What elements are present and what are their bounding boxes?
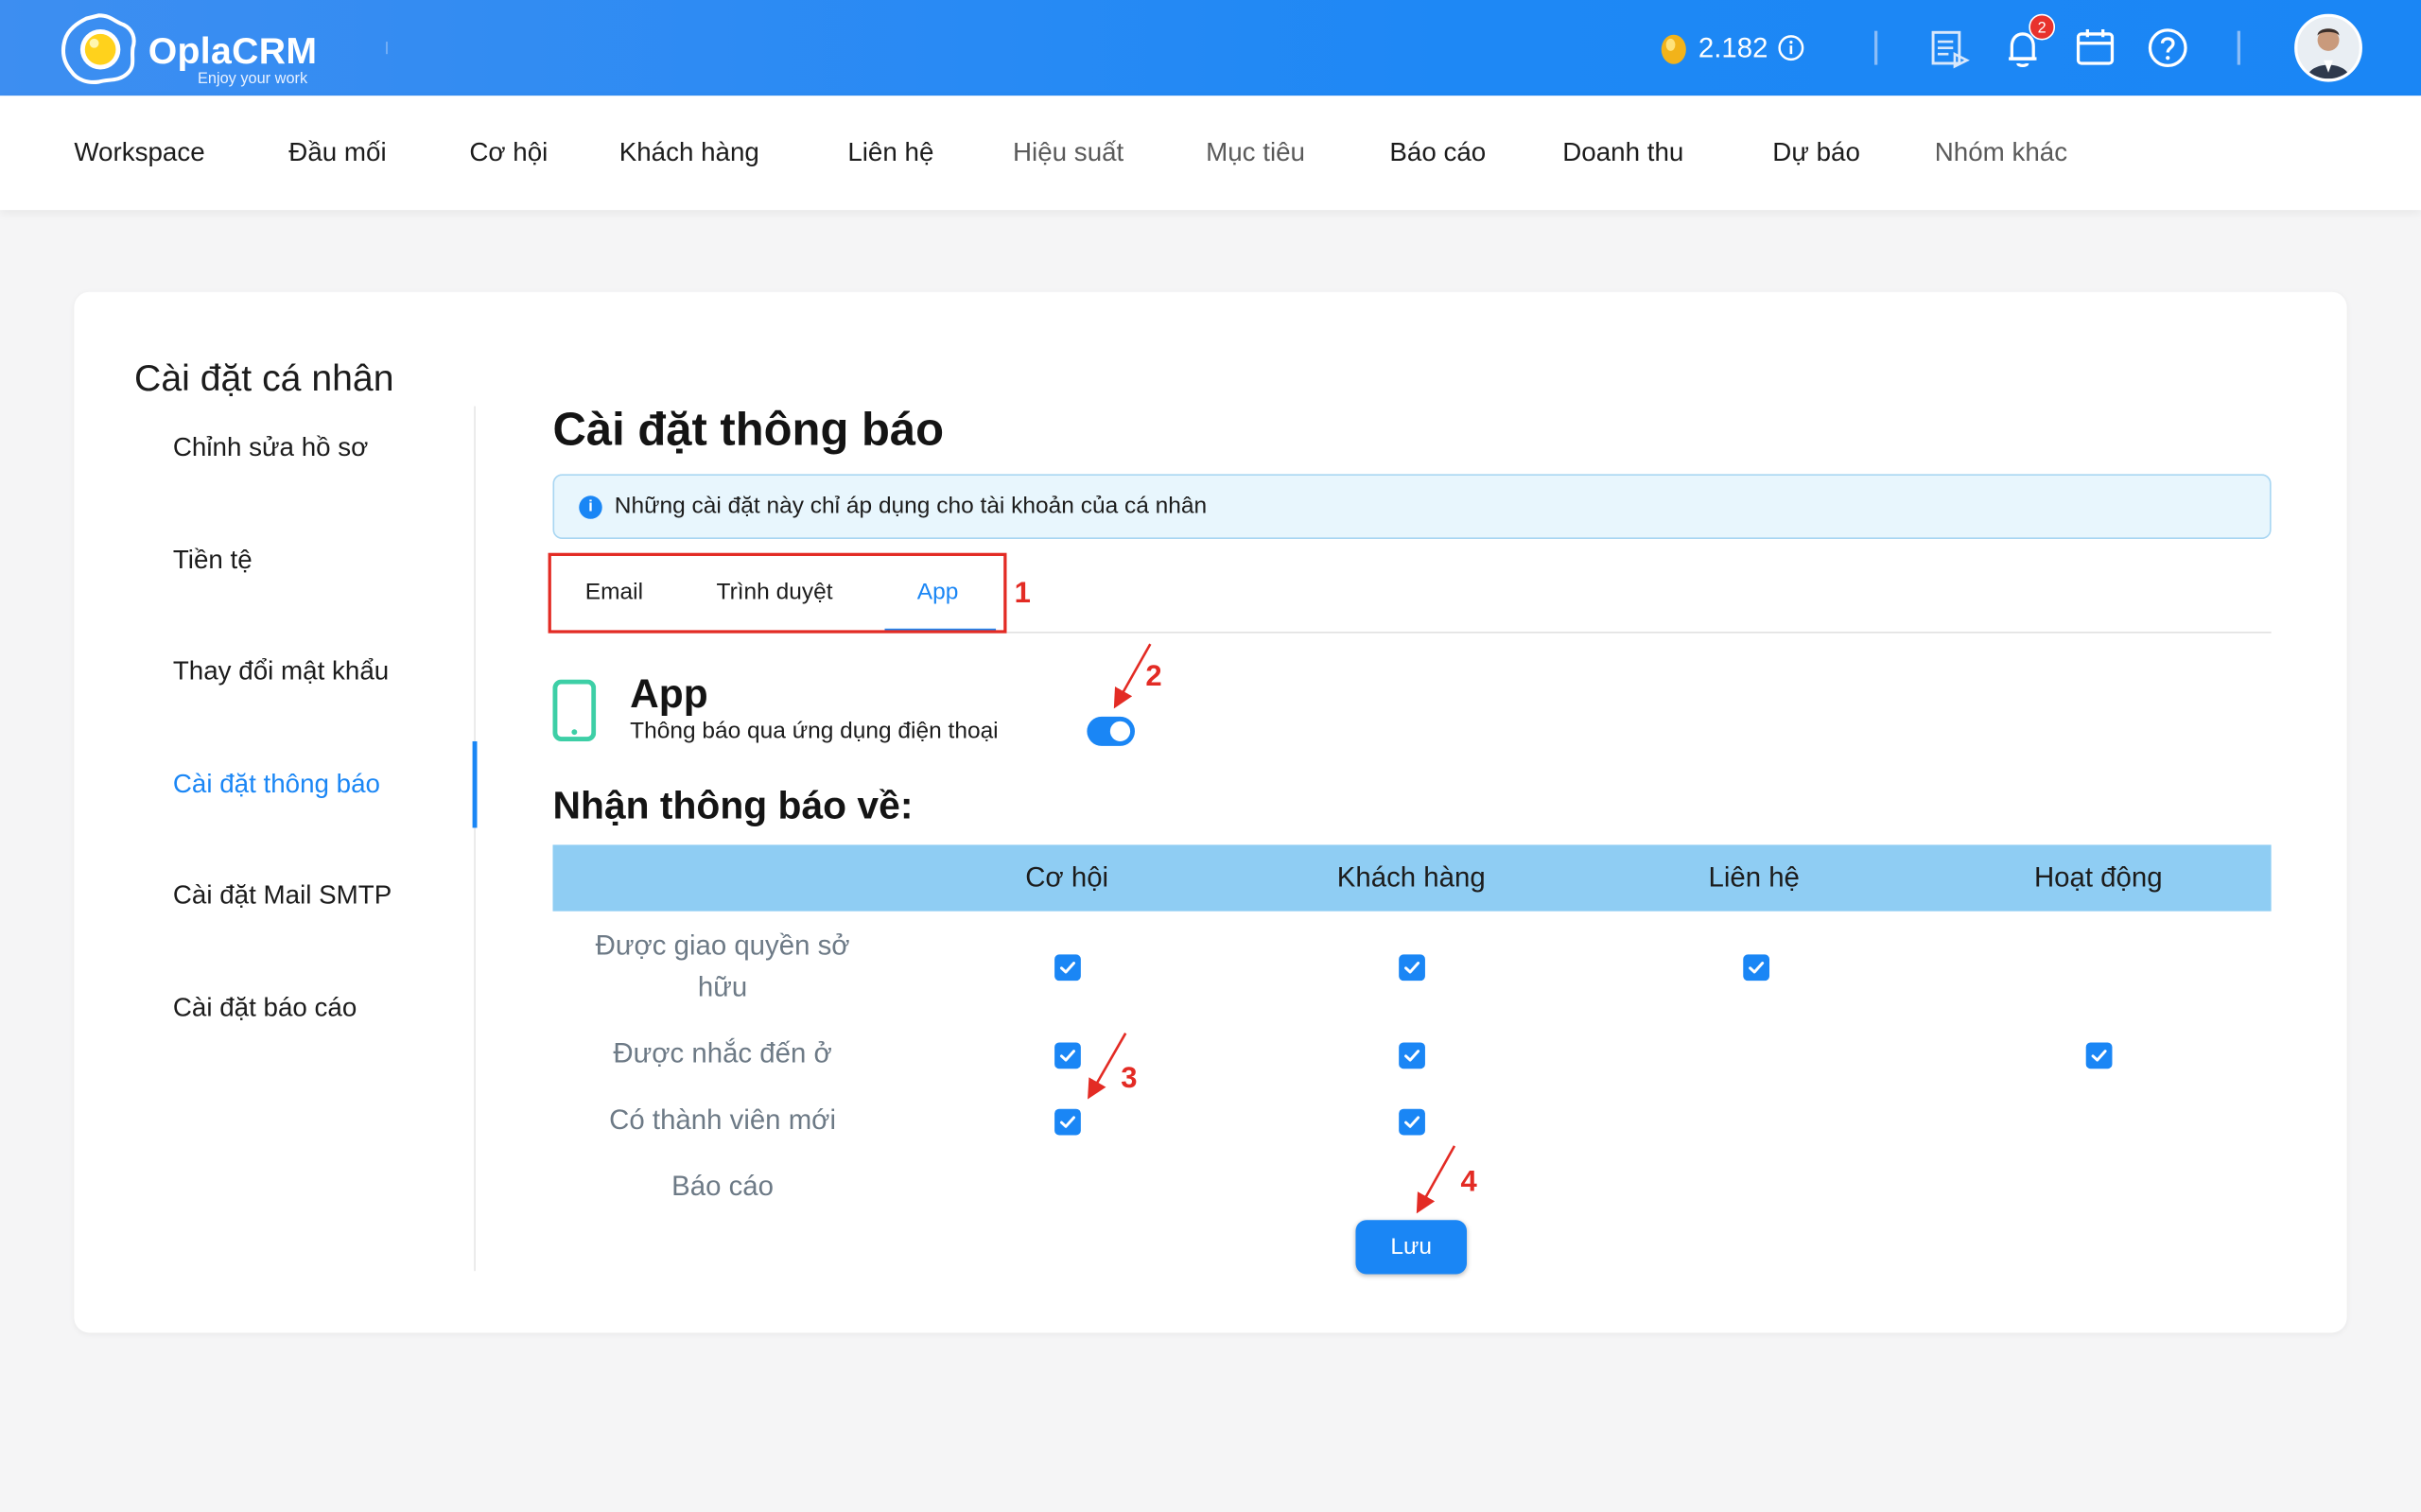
phone-icon bbox=[552, 679, 597, 741]
section-title: Nhận thông báo về: bbox=[552, 784, 914, 828]
coin-balance[interactable]: 2.182 bbox=[1658, 27, 1804, 67]
checkbox[interactable] bbox=[1054, 1107, 1081, 1135]
checkbox[interactable] bbox=[1398, 953, 1425, 981]
logo-tagline: Enjoy your work bbox=[197, 71, 308, 89]
column-header-opportunities: Cơ hội bbox=[1025, 861, 1109, 894]
logo-text: OplaCRM bbox=[148, 30, 318, 73]
sidebar-item-notification-settings[interactable]: Cài đặt thông báo bbox=[173, 769, 380, 800]
nav-item-performance[interactable]: Hiệu suất bbox=[1013, 137, 1123, 168]
logo-icon bbox=[61, 13, 136, 84]
info-icon: i bbox=[579, 495, 602, 519]
notification-badge: 2 bbox=[2029, 13, 2056, 41]
annotation-label-1: 1 bbox=[1014, 577, 1031, 611]
main-nav: Workspace Đầu mối Cơ hội Khách hàng Liên… bbox=[0, 96, 2421, 211]
toggle-knob bbox=[1109, 721, 1131, 741]
check-icon bbox=[1059, 1115, 1075, 1127]
checkbox[interactable] bbox=[1398, 1041, 1425, 1069]
annotation-label-2: 2 bbox=[1145, 661, 1162, 694]
annotation-label-4: 4 bbox=[1460, 1166, 1477, 1199]
help-icon[interactable] bbox=[2145, 23, 2191, 72]
sidebar-divider bbox=[474, 406, 476, 1272]
header-divider bbox=[1874, 30, 1878, 65]
nav-item-leads[interactable]: Đầu mối bbox=[288, 137, 386, 168]
checkbox[interactable] bbox=[1398, 1107, 1425, 1135]
app-section-title: App bbox=[630, 669, 708, 717]
sidebar-item-currency[interactable]: Tiền tệ bbox=[173, 546, 253, 577]
nav-item-contacts[interactable]: Liên hệ bbox=[847, 137, 933, 168]
column-header-customers: Khách hàng bbox=[1336, 861, 1486, 894]
check-icon bbox=[1403, 1115, 1420, 1127]
app-section-subtitle: Thông báo qua ứng dụng điện thoại bbox=[630, 718, 999, 745]
coin-count: 2.182 bbox=[1698, 31, 1768, 63]
nav-item-workspace[interactable]: Workspace bbox=[74, 137, 204, 168]
avatar[interactable] bbox=[2294, 13, 2362, 82]
check-icon bbox=[1403, 1049, 1420, 1061]
nav-item-opportunities[interactable]: Cơ hội bbox=[469, 137, 548, 168]
save-button[interactable]: Lưu bbox=[1355, 1220, 1468, 1275]
calendar-icon[interactable] bbox=[2072, 23, 2118, 72]
checkbox[interactable] bbox=[1054, 1041, 1081, 1069]
sidebar-item-report-settings[interactable]: Cài đặt báo cáo bbox=[173, 993, 357, 1024]
logo[interactable]: OplaCRM Enjoy your work bbox=[59, 9, 337, 89]
nav-item-revenue[interactable]: Doanh thu bbox=[1562, 137, 1683, 168]
page-title: Cài đặt thông báo bbox=[552, 404, 945, 456]
column-header-activities: Hoạt động bbox=[2033, 861, 2163, 894]
check-icon bbox=[1059, 1049, 1075, 1061]
top-header: OplaCRM Enjoy your work 2.182 2 bbox=[0, 0, 2421, 96]
annotation-label-3: 3 bbox=[1121, 1062, 1138, 1096]
nav-item-other-groups[interactable]: Nhóm khác bbox=[1935, 137, 2067, 168]
sidebar-title: Cài đặt cá nhân bbox=[134, 357, 394, 401]
checkbox[interactable] bbox=[2084, 1041, 2112, 1069]
settings-card bbox=[74, 291, 2347, 1333]
user-avatar-icon bbox=[2297, 16, 2360, 79]
sidebar-item-change-password[interactable]: Thay đổi mật khẩu bbox=[173, 656, 389, 687]
row-label-assigned-owner: Được giao quyền sở hữu bbox=[595, 930, 850, 1003]
row-label-mentioned: Được nhắc đến ở bbox=[613, 1037, 832, 1069]
nav-item-customers[interactable]: Khách hàng bbox=[619, 137, 759, 168]
report-icon[interactable] bbox=[1927, 23, 1974, 72]
info-circle-icon[interactable] bbox=[1777, 34, 1804, 61]
annotation-box bbox=[548, 552, 1007, 634]
nav-item-reports[interactable]: Báo cáo bbox=[1389, 137, 1486, 168]
checkbox[interactable] bbox=[1742, 953, 1769, 981]
check-icon bbox=[1059, 961, 1075, 973]
info-banner-text: Những cài đặt này chỉ áp dụng cho tài kh… bbox=[614, 493, 1208, 519]
logo-divider bbox=[386, 42, 388, 55]
column-header-contacts: Liên hệ bbox=[1708, 861, 1800, 894]
sidebar-active-indicator bbox=[472, 740, 478, 828]
egg-coin-icon bbox=[1661, 34, 1686, 64]
row-label-new-member: Có thành viên mới bbox=[609, 1104, 836, 1136]
nav-item-forecast[interactable]: Dự báo bbox=[1772, 137, 1860, 168]
sidebar-item-edit-profile[interactable]: Chỉnh sửa hồ sơ bbox=[173, 432, 369, 463]
checkbox[interactable] bbox=[1054, 953, 1081, 981]
check-icon bbox=[1748, 961, 1764, 973]
check-icon bbox=[1403, 961, 1420, 973]
sidebar-item-smtp-settings[interactable]: Cài đặt Mail SMTP bbox=[173, 880, 392, 912]
check-icon bbox=[2090, 1049, 2106, 1061]
nav-item-goals[interactable]: Mục tiêu bbox=[1206, 137, 1305, 168]
row-label-report: Báo cáo bbox=[671, 1171, 775, 1202]
header-divider bbox=[2237, 30, 2240, 65]
